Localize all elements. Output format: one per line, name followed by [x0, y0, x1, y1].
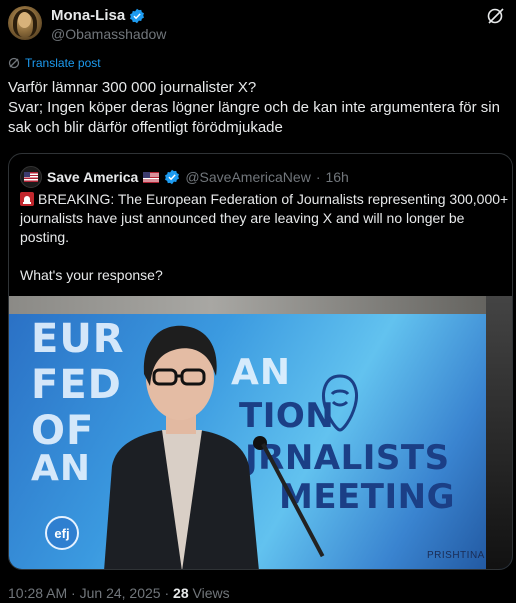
quoted-question: What's your response?: [20, 267, 163, 283]
quoted-media-image[interactable]: EUR FED OF AN AN TION JRNALISTS MEETING …: [9, 296, 512, 569]
grok-icon[interactable]: [486, 6, 506, 26]
quoted-handle[interactable]: @SaveAmericaNew: [185, 169, 310, 185]
separator-dot: ·: [315, 169, 321, 185]
quoted-post-header: Save America @SaveAmericaNew · 16h: [20, 166, 349, 188]
banner-text: MEETING: [279, 477, 455, 517]
quoted-text-line: journalists have just announced they are…: [20, 210, 465, 226]
quoted-avatar[interactable]: [20, 166, 42, 188]
separator-dot: ·: [71, 585, 76, 601]
views-label: Views: [192, 585, 230, 601]
verified-badge-icon: [130, 8, 145, 23]
quoted-text: BREAKING: The European Federation of Jou…: [20, 190, 509, 285]
author-display-name[interactable]: Mona-Lisa: [51, 7, 125, 24]
post-header: Mona-Lisa @Obamasshadow: [8, 6, 508, 46]
post-text-line: sak och blir därför offentligt förödmjuk…: [8, 119, 283, 136]
banner-text: AN: [31, 448, 91, 489]
location-caption: PRISHTINA: [427, 550, 485, 561]
us-flag-icon: [143, 171, 160, 183]
quoted-post[interactable]: Save America @SaveAmericaNew · 16h BREAK…: [8, 153, 513, 570]
quoted-time[interactable]: 16h: [325, 169, 348, 185]
siren-icon: [20, 192, 34, 206]
quoted-text-line: posting.: [20, 229, 70, 245]
post-date[interactable]: Jun 24, 2025: [80, 585, 161, 601]
separator-dot: ·: [164, 585, 170, 601]
avatar[interactable]: [8, 6, 42, 40]
post-text-line: Varför lämnar 300 000 journalister X?: [8, 79, 257, 96]
post-text: Varför lämnar 300 000 journalister X? Sv…: [8, 78, 513, 138]
post-text-line: Svar; Ingen köper deras lögner längre oc…: [8, 99, 500, 116]
translate-label[interactable]: Translate post: [25, 56, 101, 70]
post-time[interactable]: 10:28 AM: [8, 585, 67, 601]
translate-post-link[interactable]: Translate post: [8, 56, 101, 70]
efj-logo: efj: [45, 516, 79, 550]
post-meta: 10:28 AM · Jun 24, 2025 · 28 Views: [8, 585, 230, 601]
verified-badge-icon: [165, 169, 180, 185]
views-count[interactable]: 28: [173, 585, 189, 601]
translate-icon: [8, 57, 20, 69]
efj-emblem-icon: [322, 374, 358, 432]
speaker-figure: [104, 325, 259, 569]
quoted-text-line: BREAKING: The European Federation of Jou…: [38, 191, 509, 207]
quoted-display-name[interactable]: Save America: [47, 169, 138, 185]
author-name-row[interactable]: Mona-Lisa: [51, 7, 145, 24]
author-handle[interactable]: @Obamasshadow: [51, 26, 166, 42]
